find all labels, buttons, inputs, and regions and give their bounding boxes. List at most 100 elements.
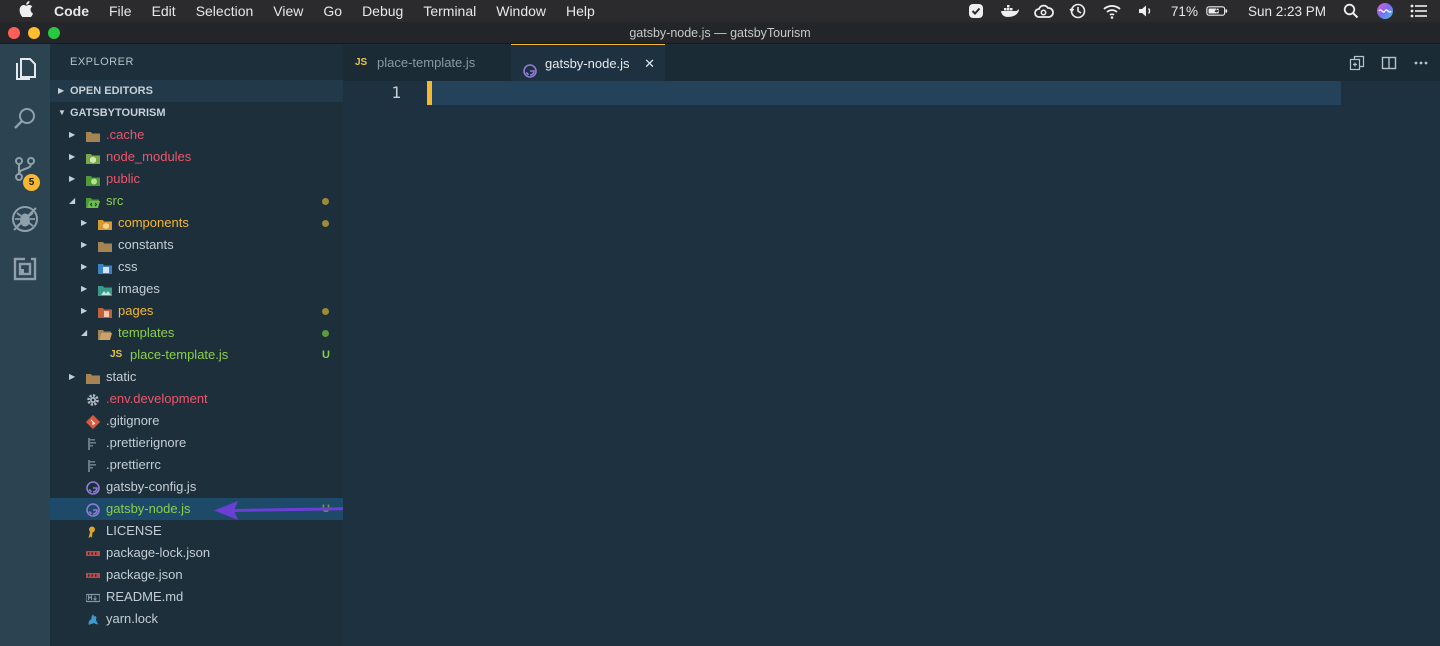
menu-app-code[interactable]: Code xyxy=(52,0,99,22)
project-section[interactable]: ▼ GATSBYTOURISM xyxy=(50,102,343,124)
menu-file[interactable]: File xyxy=(99,0,142,22)
chevron-right-icon: ▶ xyxy=(81,306,88,315)
close-icon[interactable]: ✕ xyxy=(644,45,655,82)
chevron-right-icon: ▶ xyxy=(81,218,88,227)
tree-item-prettierignore[interactable]: .prettierignore xyxy=(50,432,343,454)
source-control-activity[interactable]: 5 xyxy=(0,146,50,196)
tree-item-pages[interactable]: ▶ pages xyxy=(50,300,343,322)
siri-icon[interactable] xyxy=(1374,0,1396,22)
tree-item-place-template-js[interactable]: JS place-template.js U xyxy=(50,344,343,366)
tree-item-src[interactable]: ◢ src xyxy=(50,190,343,212)
tree-item-public[interactable]: ▶ public xyxy=(50,168,343,190)
tab-gatsby-node-js[interactable]: gatsby-node.js ✕ xyxy=(511,44,665,81)
search-icon xyxy=(12,106,38,137)
tree-item-env-development[interactable]: .env.development xyxy=(50,388,343,410)
tree-item-images[interactable]: ▶ images xyxy=(50,278,343,300)
notification-center-icon[interactable] xyxy=(1408,0,1430,22)
chevron-down-icon: ◢ xyxy=(69,196,76,205)
tree-item-css[interactable]: ▶ css xyxy=(50,256,343,278)
minimize-window-button[interactable] xyxy=(28,27,40,39)
components-folder-icon xyxy=(98,216,112,230)
window-titlebar: gatsby-node.js — gatsbyTourism xyxy=(0,22,1440,44)
images-folder-icon xyxy=(98,282,112,296)
more-actions-icon[interactable] xyxy=(1412,54,1430,72)
folder-icon xyxy=(86,128,100,142)
tree-item-static[interactable]: ▶ static xyxy=(50,366,343,388)
tree-item-label: .cache xyxy=(106,127,145,142)
explorer-activity[interactable] xyxy=(0,46,50,96)
tree-item-label: package-lock.json xyxy=(106,545,211,560)
open-changes-icon[interactable] xyxy=(1348,54,1366,72)
tree-item-package-lock-json[interactable]: package-lock.json xyxy=(50,542,343,564)
tree-item-label: .gitignore xyxy=(106,413,160,428)
prettier-icon xyxy=(86,436,100,450)
tree-item-label: place-template.js xyxy=(130,347,229,362)
menu-debug[interactable]: Debug xyxy=(352,0,413,22)
tree-item-label: node_modules xyxy=(106,149,192,164)
chevron-right-icon: ▶ xyxy=(69,152,76,161)
tree-item-label: public xyxy=(106,171,140,186)
tree-item-label: constants xyxy=(118,237,174,252)
tree-item-constants[interactable]: ▶ constants xyxy=(50,234,343,256)
search-activity[interactable] xyxy=(0,96,50,146)
tree-item-package-json[interactable]: package.json xyxy=(50,564,343,586)
tree-item-components[interactable]: ▶ components xyxy=(50,212,343,234)
activity-bar: 5 xyxy=(0,44,50,646)
gatsby-icon xyxy=(86,502,100,517)
explorer-sidebar: EXPLORER ▶ OPEN EDITORS ▼ GATSBYTOURISM … xyxy=(50,44,343,646)
chevron-right-icon: ▶ xyxy=(69,372,76,381)
menu-help[interactable]: Help xyxy=(556,0,605,22)
tab-place-template-js[interactable]: JS place-template.js xyxy=(343,44,511,81)
creative-cloud-icon[interactable] xyxy=(1033,0,1055,22)
time-machine-icon[interactable] xyxy=(1067,0,1089,22)
code-editor[interactable] xyxy=(427,81,1440,646)
extensions-activity[interactable] xyxy=(0,246,50,296)
battery-icon[interactable] xyxy=(1206,0,1228,22)
wifi-icon[interactable] xyxy=(1101,0,1123,22)
checkbox-icon[interactable] xyxy=(965,0,987,22)
tree-item-templates[interactable]: ◢ templates xyxy=(50,322,343,344)
tree-item-prettierrc[interactable]: .prettierrc xyxy=(50,454,343,476)
tree-item-gatsby-config-js[interactable]: gatsby-config.js xyxy=(50,476,343,498)
tree-item-label: LICENSE xyxy=(106,523,162,538)
tree-item-yarn-lock[interactable]: yarn.lock xyxy=(50,608,343,630)
spotlight-search-icon[interactable] xyxy=(1340,0,1362,22)
menu-terminal[interactable]: Terminal xyxy=(413,0,486,22)
chevron-right-icon: ▶ xyxy=(58,86,65,95)
source-control-badge: 5 xyxy=(23,174,40,191)
tree-item-label: components xyxy=(118,215,189,230)
tree-item-node-modules[interactable]: ▶ node_modules xyxy=(50,146,343,168)
tree-item-label: package.json xyxy=(106,567,183,582)
tree-item-label: .prettierrc xyxy=(106,457,161,472)
git-status-untracked: U xyxy=(322,349,330,361)
menu-selection[interactable]: Selection xyxy=(186,0,264,22)
yarn-icon xyxy=(86,612,100,626)
tree-item-label: .env.development xyxy=(106,391,208,406)
tree-item-label: images xyxy=(118,281,160,296)
tree-item-label: pages xyxy=(118,303,154,318)
zoom-window-button[interactable] xyxy=(48,27,60,39)
tree-item-gitignore[interactable]: .gitignore xyxy=(50,410,343,432)
tree-item-label: src xyxy=(106,193,124,208)
tree-item-license[interactable]: LICENSE xyxy=(50,520,343,542)
menu-go[interactable]: Go xyxy=(313,0,352,22)
close-window-button[interactable] xyxy=(8,27,20,39)
battery-percent: 71% xyxy=(1170,3,1198,19)
apple-icon[interactable] xyxy=(0,1,52,21)
tree-item-readme-md[interactable]: README.md xyxy=(50,586,343,608)
menu-edit[interactable]: Edit xyxy=(142,0,186,22)
menu-window[interactable]: Window xyxy=(486,0,556,22)
menubar-clock[interactable]: Sun 2:23 PM xyxy=(1248,4,1326,19)
project-label: GATSBYTOURISM xyxy=(70,107,166,119)
split-editor-icon[interactable] xyxy=(1380,54,1398,72)
debug-icon xyxy=(11,205,39,238)
tree-item-label: yarn.lock xyxy=(106,611,159,626)
tree-item-cache[interactable]: ▶ .cache xyxy=(50,124,343,146)
menu-view[interactable]: View xyxy=(263,0,313,22)
open-editors-section[interactable]: ▶ OPEN EDITORS xyxy=(50,80,343,102)
chevron-right-icon: ▶ xyxy=(81,284,88,293)
docker-icon[interactable] xyxy=(999,0,1021,22)
gear-icon xyxy=(86,392,100,406)
debug-activity[interactable] xyxy=(0,196,50,246)
volume-icon[interactable] xyxy=(1135,0,1157,22)
